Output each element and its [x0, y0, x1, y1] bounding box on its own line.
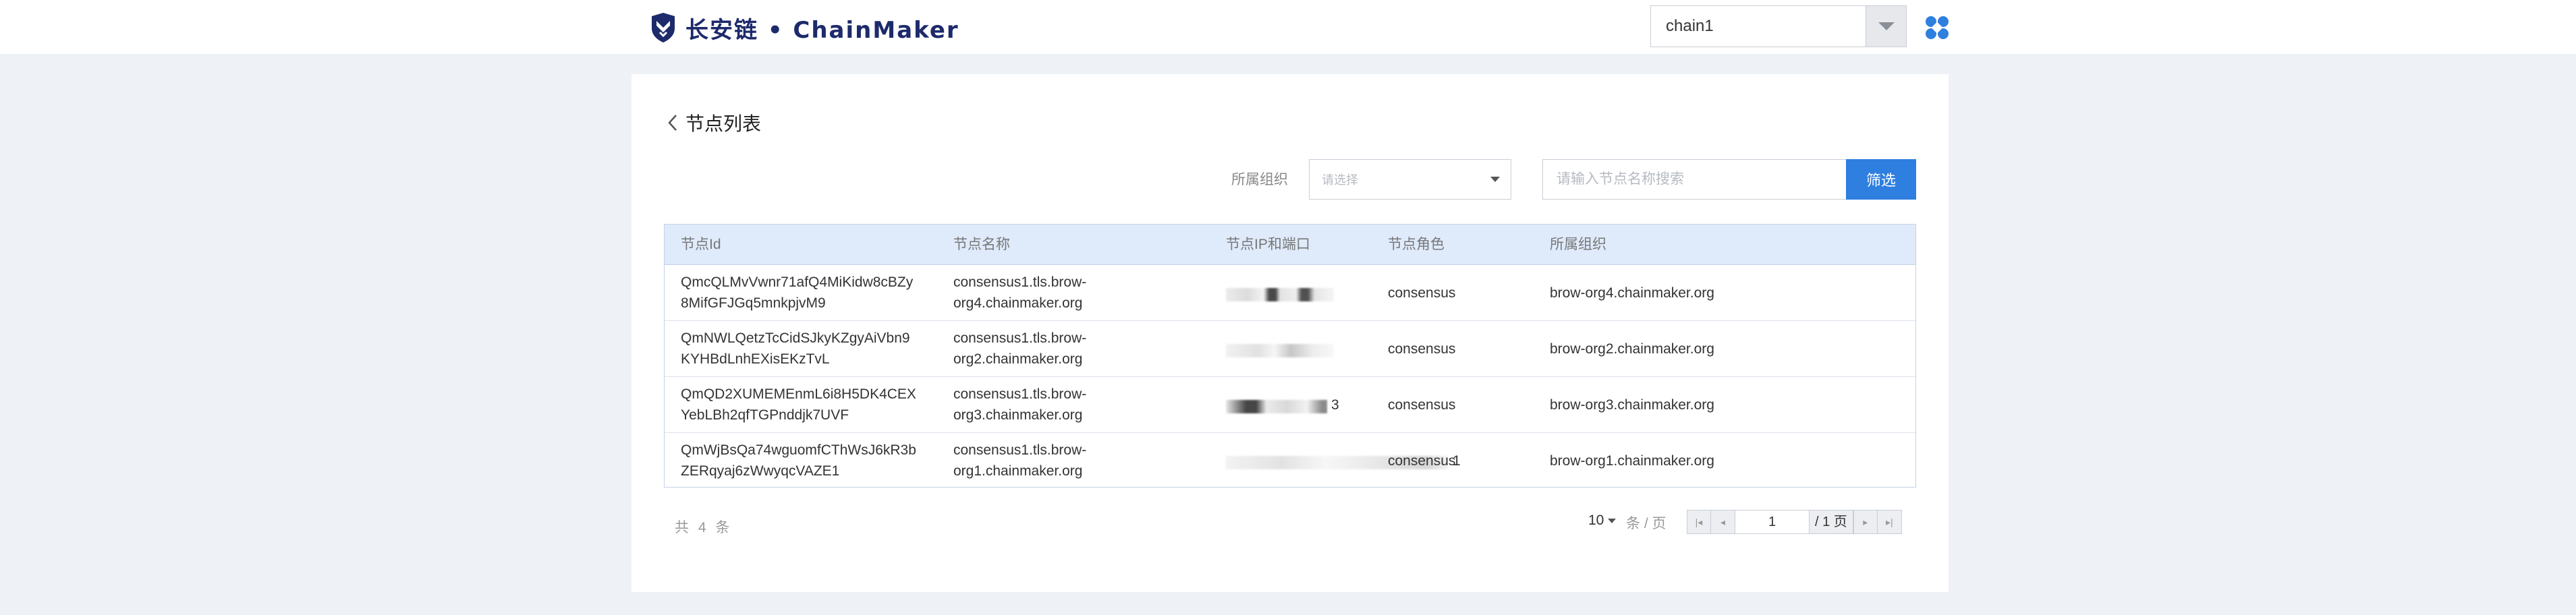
node-name-line: consensus1.tls.brow-	[953, 442, 1087, 458]
table-row[interactable]: QmcQLMvVwnr71afQ4MiKidw8cBZy 8MifGFJGq5m…	[665, 265, 1915, 321]
ip-port-tail: 3	[1331, 397, 1339, 413]
node-name-cell: consensus1.tls.brow- org4.chainmaker.org	[953, 272, 1115, 314]
total-pages-label: / 1 页	[1810, 510, 1853, 534]
back-chevron-icon[interactable]	[667, 113, 679, 132]
node-id-cell: QmQD2XUMEMEnmL6i8H5DK4CEX YebLBh2qfTGPnd…	[681, 384, 937, 426]
prev-page-icon[interactable]: ◂	[1711, 510, 1735, 534]
node-id-line: ZERqyaj6zWwyqcVAZE1	[681, 463, 840, 479]
top-bar: 长安链 • ChainMaker chain1	[0, 0, 2576, 54]
page-size-value: 10	[1588, 512, 1604, 528]
redacted-ip	[1226, 344, 1334, 357]
first-page-icon[interactable]: |◂	[1687, 510, 1711, 534]
node-name-line: org4.chainmaker.org	[953, 295, 1083, 311]
app-menu-icon[interactable]	[1924, 15, 1950, 40]
node-id-line: QmQD2XUMEMEnmL6i8H5DK4CEX	[681, 386, 916, 402]
node-id-line: YebLBh2qfTGPnddjk7UVF	[681, 407, 849, 423]
chain-select-toggle[interactable]	[1866, 6, 1906, 47]
node-name-line: org1.chainmaker.org	[953, 463, 1083, 479]
node-role-cell: consensus	[1388, 285, 1456, 301]
node-id-line: QmNWLQetzTcCidSJkyKZgyAiVbn9	[681, 330, 910, 346]
caret-down-icon	[1608, 518, 1617, 523]
node-id-cell: QmWjBsQa74wguomfCThWsJ6kR3b ZERqyaj6zWwy…	[681, 440, 937, 481]
node-name-cell: consensus1.tls.brow- org2.chainmaker.org	[953, 328, 1115, 370]
brand-logo[interactable]: 长安链 • ChainMaker	[649, 12, 959, 44]
node-list-card: 节点列表 所属组织 请选择 筛选 节点Id 节点名称 节点IP和端口 节点角色 …	[632, 74, 1949, 592]
chainmaker-logo-icon	[652, 13, 675, 42]
node-id-line: KYHBdLnhEXisEKzTvL	[681, 351, 830, 367]
node-org-cell: brow-org1.chainmaker.org	[1550, 453, 1714, 469]
org-filter-select[interactable]: 请选择	[1309, 159, 1511, 200]
page-title: 节点列表	[685, 113, 762, 134]
column-header-node-id: 节点Id	[681, 237, 721, 252]
page-size-select[interactable]: 10	[1588, 512, 1617, 529]
total-count: 共 4 条	[675, 520, 733, 535]
node-name-cell: consensus1.tls.brow- org3.chainmaker.org	[953, 384, 1115, 426]
redacted-ip	[1226, 400, 1327, 413]
table-row[interactable]: QmQD2XUMEMEnmL6i8H5DK4CEX YebLBh2qfTGPnd…	[665, 377, 1915, 433]
node-name-cell: consensus1.tls.brow- org1.chainmaker.org	[953, 440, 1115, 481]
chain-select[interactable]: chain1	[1650, 5, 1907, 47]
node-role-cell: consensus	[1388, 453, 1456, 469]
node-id-cell: QmcQLMvVwnr71afQ4MiKidw8cBZy 8MifGFJGq5m…	[681, 272, 937, 314]
per-page-label: 条 / 页	[1626, 516, 1667, 531]
column-header-node-role: 节点角色	[1388, 237, 1445, 252]
node-name-search-input[interactable]	[1542, 159, 1846, 200]
node-table: 节点Id 节点名称 节点IP和端口 节点角色 所属组织 QmcQLMvVwnr7…	[664, 224, 1916, 488]
node-role-cell: consensus	[1388, 397, 1456, 413]
last-page-icon[interactable]: ▸|	[1877, 510, 1902, 534]
node-name-line: org2.chainmaker.org	[953, 351, 1083, 367]
column-header-node-name: 节点名称	[953, 237, 1010, 252]
node-name-line: consensus1.tls.brow-	[953, 386, 1087, 402]
caret-down-icon	[1490, 177, 1500, 182]
column-header-node-org: 所属组织	[1550, 237, 1606, 252]
node-id-cell: QmNWLQetzTcCidSJkyKZgyAiVbn9 KYHBdLnhEXi…	[681, 328, 937, 370]
next-page-icon[interactable]: ▸	[1853, 510, 1878, 534]
page-number-input[interactable]	[1735, 510, 1810, 534]
page-header: 节点列表	[667, 109, 761, 136]
node-org-cell: brow-org2.chainmaker.org	[1550, 341, 1714, 357]
node-name-line: consensus1.tls.brow-	[953, 274, 1087, 290]
redacted-ip	[1226, 288, 1334, 301]
table-row[interactable]: QmWjBsQa74wguomfCThWsJ6kR3b ZERqyaj6zWwy…	[665, 433, 1915, 487]
pagination: |◂ ◂ / 1 页 ▸ ▸|	[1687, 510, 1902, 534]
node-id-line: QmcQLMvVwnr71afQ4MiKidw8cBZy	[681, 274, 914, 290]
table-header: 节点Id 节点名称 节点IP和端口 节点角色 所属组织	[665, 225, 1915, 265]
node-name-line: org3.chainmaker.org	[953, 407, 1083, 423]
table-row[interactable]: QmNWLQetzTcCidSJkyKZgyAiVbn9 KYHBdLnhEXi…	[665, 321, 1915, 377]
org-filter-label: 所属组织	[1231, 172, 1288, 187]
node-role-cell: consensus	[1388, 341, 1456, 357]
node-org-cell: brow-org4.chainmaker.org	[1550, 285, 1714, 301]
chevron-down-icon	[1878, 22, 1895, 30]
node-name-line: consensus1.tls.brow-	[953, 330, 1087, 346]
filter-button[interactable]: 筛选	[1846, 159, 1916, 200]
node-org-cell: brow-org3.chainmaker.org	[1550, 397, 1714, 413]
node-id-line: 8MifGFJGq5mnkpjvM9	[681, 295, 826, 311]
node-id-line: QmWjBsQa74wguomfCThWsJ6kR3b	[681, 442, 916, 458]
chain-select-value: chain1	[1666, 17, 1714, 35]
org-filter-placeholder: 请选择	[1322, 173, 1358, 187]
brand-name: 长安链 • ChainMaker	[685, 16, 959, 44]
